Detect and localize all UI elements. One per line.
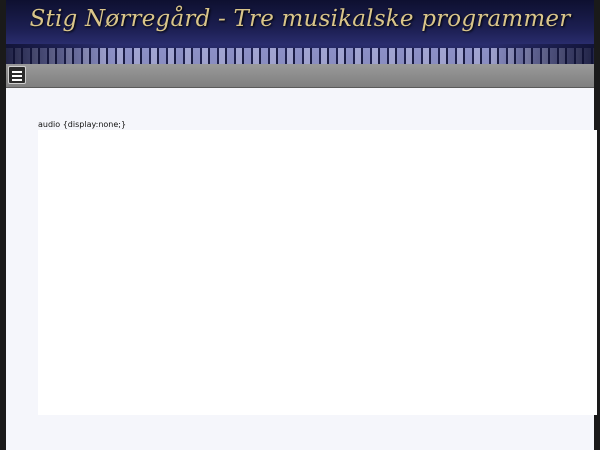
embedded-content-area — [38, 130, 597, 415]
navigation-bar — [6, 64, 594, 88]
header-banner: Stig Nørregård - Tre musikalske programm… — [6, 0, 594, 64]
page-frame: Stig Nørregård - Tre musikalske programm… — [6, 0, 597, 450]
main-content: audio {display:none;} — [6, 88, 597, 450]
menu-button[interactable] — [8, 66, 26, 84]
banner-shade — [6, 44, 594, 64]
hamburger-menu-icon — [12, 71, 22, 73]
leaked-css-text: audio {display:none;} — [38, 120, 127, 129]
site-title: Stig Nørregård - Tre musikalske programm… — [29, 6, 571, 32]
hamburger-menu-icon — [12, 75, 22, 77]
hamburger-menu-icon — [12, 79, 22, 81]
